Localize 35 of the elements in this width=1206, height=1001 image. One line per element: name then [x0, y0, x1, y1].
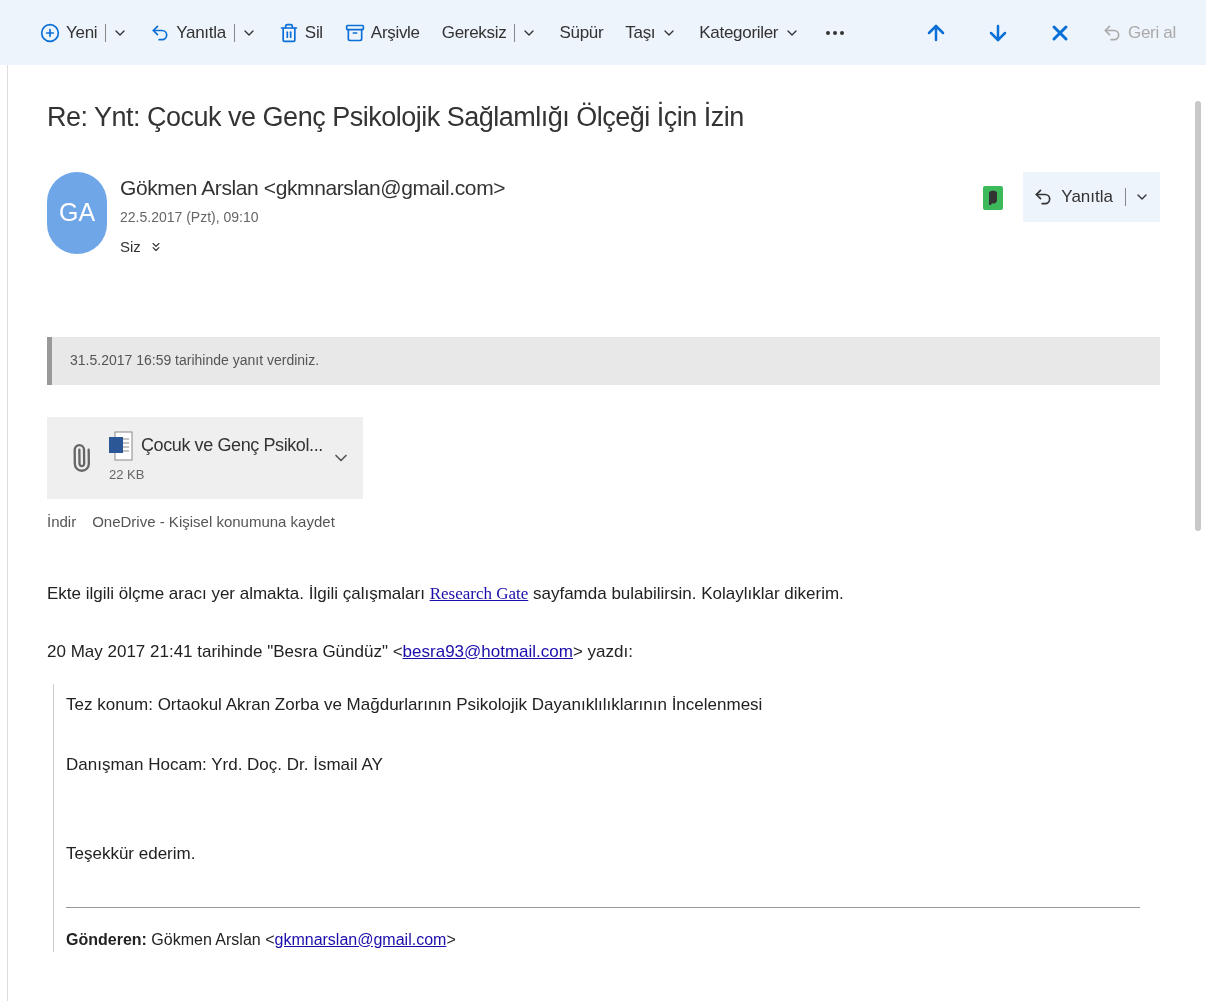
- reply-button[interactable]: Yanıtla: [1023, 171, 1160, 222]
- toolbar-button[interactable]: Gereksiz: [441, 19, 538, 46]
- toolbar-button[interactable]: Kategoriler: [699, 19, 801, 46]
- toolbar-button[interactable]: Arşivle: [344, 19, 420, 46]
- attachment-size: 22 KB: [109, 465, 146, 484]
- add-icon: [40, 22, 60, 43]
- toolbar-button[interactable]: Sil: [278, 19, 323, 46]
- link[interactable]: besra93@hotmail.com: [402, 641, 573, 661]
- quoted-paragraph: Teşekkür ederim.: [66, 843, 197, 865]
- link[interactable]: gkmnarslan@gmail.com: [274, 930, 447, 948]
- archive-icon: [344, 22, 365, 43]
- toolbar-button[interactable]: Taşı: [625, 19, 678, 46]
- reply-notice: 31.5.2017 16:59 tarihinde yanıt verdiniz.: [47, 336, 1160, 385]
- attachment-name: Çocuk ve Genç Psikol...: [141, 434, 323, 458]
- more-icon: [826, 30, 845, 35]
- quoted-paragraph: Tez konum: Ortaokul Akran Zorba ve Mağdurlarının Psikolojik Dayanıklılıklarının İncelenmesi: [66, 694, 764, 716]
- toolbar-button[interactable]: Yeni: [40, 19, 129, 46]
- trash-icon: [278, 22, 299, 43]
- attachment-card[interactable]: Çocuk ve Genç Psikol... 22 KB: [47, 416, 363, 499]
- recipient: Siz: [120, 237, 141, 257]
- link[interactable]: Research Gate: [429, 584, 529, 603]
- undo-icon: [1102, 22, 1122, 43]
- message-date: 22.5.2017 (Pzt), 09:10: [120, 208, 260, 227]
- body-paragraph: 20 May 2017 21:41 tarihinde "Besra Gündüz" <besra93@hotmail.com> yazdı:: [47, 640, 634, 663]
- subject-title: Re: Ynt: Çocuk ve Genç Psikolojik Sağlamlığı Ölçeği İçin İzin: [47, 100, 745, 134]
- avatar: GA: [47, 171, 107, 254]
- attachment-link[interactable]: OneDrive - Kişisel konumuna kaydet: [92, 510, 335, 533]
- sender-name: Gökmen Arslan <gkmnarslan@gmail.com>: [120, 174, 506, 201]
- quoted-paragraph: Danışman Hocam: Yrd. Doç. Dr. İsmail AY: [66, 753, 384, 776]
- from-line: Gönderen: Gökmen Arslan <gkmnarslan@gmail.com>: [66, 929, 457, 950]
- toolbar-button[interactable]: Yanıtla: [150, 19, 257, 46]
- toolbar-button[interactable]: Süpür: [559, 19, 604, 46]
- attachment-link[interactable]: İndir: [47, 510, 77, 533]
- body-paragraph: Ekte ilgili ölçme aracı yer almakta. İlgili çalışmaları Research Gate sayfamda bulabilirsin. Kolaylıklar dikerim.: [47, 583, 845, 605]
- document-icon: [109, 430, 133, 461]
